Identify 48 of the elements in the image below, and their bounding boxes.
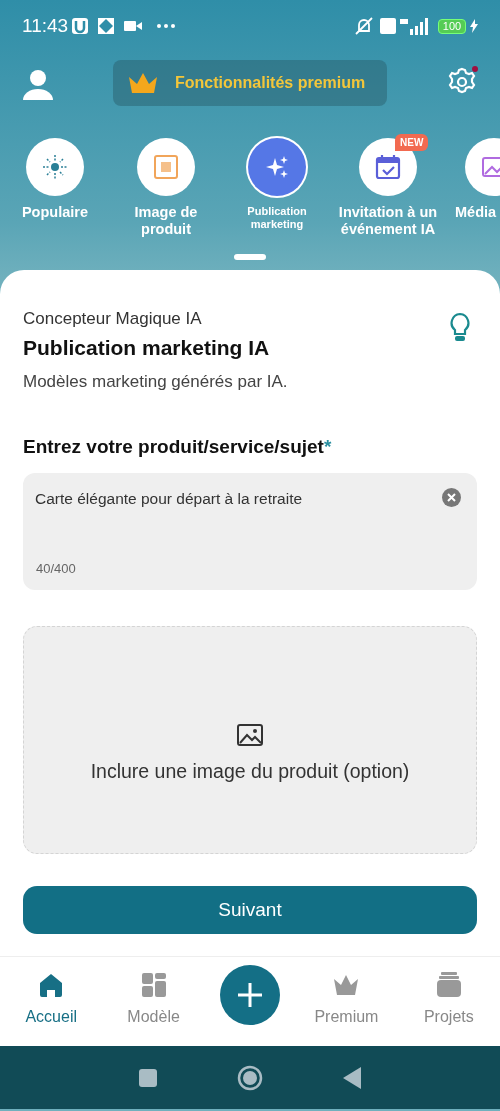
- category-label: Média: [455, 204, 494, 222]
- grid-icon: [139, 971, 168, 999]
- field-label: Entrez votre produit/service/sujet*: [23, 434, 333, 459]
- overline-text: Concepteur Magique IA: [23, 308, 203, 330]
- app-icon: [97, 17, 116, 35]
- subtitle: Modèles marketing générés par IA.: [23, 371, 288, 393]
- category-button[interactable]: [248, 138, 306, 196]
- upload-label: Inclure une image du produit (option): [90, 759, 410, 785]
- back-icon: [343, 1066, 361, 1089]
- app-icon: [71, 17, 90, 35]
- next-button[interactable]: Suivant: [23, 886, 477, 934]
- category-label: Publication marketing: [246, 205, 308, 232]
- category-button[interactable]: [137, 138, 195, 196]
- clear-icon: [442, 488, 461, 507]
- page-indicator: [234, 254, 266, 260]
- stack-icon: [434, 971, 463, 999]
- home-circle-icon: [237, 1064, 263, 1091]
- new-badge: NEW: [395, 134, 429, 151]
- crown-icon: [127, 71, 159, 95]
- muted-bell-icon: [354, 17, 374, 35]
- image-icon: [236, 723, 264, 748]
- video-icon: [124, 20, 143, 32]
- nav-tab[interactable]: Projets: [397, 957, 500, 1030]
- recents-icon: [139, 1068, 157, 1087]
- product-image-icon: [151, 152, 181, 182]
- page-title: Publication marketing IA: [23, 334, 271, 361]
- nav-tab[interactable]: Accueil: [0, 957, 103, 1030]
- profile-icon: [22, 68, 54, 100]
- add-button[interactable]: [220, 965, 280, 1025]
- text-field[interactable]: Carte élégante pour départ à la retraite 40/400: [23, 473, 477, 590]
- sparkle-icon: [40, 152, 70, 182]
- charging-icon: [470, 19, 478, 33]
- category-label: Populaire: [20, 204, 90, 222]
- battery-icon: 100: [438, 18, 466, 34]
- nav-tab[interactable]: Modèle: [102, 957, 205, 1030]
- category-label: Image de produit: [133, 204, 199, 239]
- category-button[interactable]: [26, 138, 84, 196]
- plus-icon: [237, 982, 263, 1008]
- image-upload-area[interactable]: Inclure une image du produit (option): [23, 626, 477, 854]
- premium-button[interactable]: Fonctionnalités premium: [113, 60, 387, 106]
- calendar-icon: [373, 152, 403, 182]
- category-label: Invitation à un événement IA: [338, 204, 438, 239]
- lightbulb-icon: [449, 312, 471, 342]
- more-icon: [156, 23, 177, 29]
- character-counter: 40/400: [36, 559, 76, 578]
- notification-dot: [472, 66, 478, 72]
- clock: 11:43: [22, 13, 69, 38]
- nav-tab[interactable]: Premium: [295, 957, 398, 1030]
